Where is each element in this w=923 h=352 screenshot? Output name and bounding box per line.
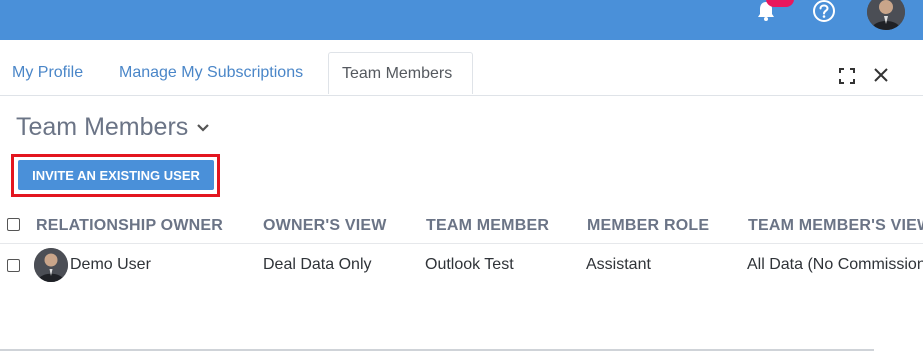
tab-my-profile[interactable]: My Profile (12, 64, 83, 82)
chevron-down-icon (197, 123, 210, 132)
user-avatar[interactable] (867, 0, 905, 30)
column-header-team-members-view[interactable]: TEAM MEMBER'S VIEW (748, 217, 923, 235)
table-row[interactable]: Demo User Deal Data Only Outlook Test As… (0, 246, 923, 286)
page-title-text: Team Members (16, 113, 189, 141)
invite-existing-user-button[interactable]: INVITE AN EXISTING USER (18, 160, 214, 190)
cell-owner: Demo User (70, 256, 151, 273)
close-icon[interactable] (872, 66, 890, 84)
column-header-member-role[interactable]: MEMBER ROLE (587, 217, 709, 235)
cell-team-members-view: All Data (No Commission) (747, 256, 923, 273)
top-bar (0, 0, 923, 40)
notification-badge[interactable] (766, 0, 794, 7)
column-header-relationship-owner[interactable]: RELATIONSHIP OWNER (36, 217, 223, 235)
question-circle-icon[interactable] (811, 0, 837, 26)
column-header-team-member[interactable]: TEAM MEMBER (426, 217, 549, 235)
cell-owners-view: Deal Data Only (263, 256, 372, 273)
column-header-owners-view[interactable]: OWNER'S VIEW (263, 217, 387, 235)
tab-team-members[interactable]: Team Members (328, 52, 473, 94)
row-checkbox[interactable] (7, 259, 20, 272)
cell-team-member: Outlook Test (425, 256, 514, 273)
cell-member-role: Assistant (586, 256, 651, 273)
tab-bar: My Profile Manage My Subscriptions Team … (0, 40, 923, 96)
select-all-checkbox[interactable] (7, 218, 20, 231)
table-header: RELATIONSHIP OWNER OWNER'S VIEW TEAM MEM… (0, 210, 923, 244)
horizontal-scrollbar[interactable] (0, 349, 874, 351)
fullscreen-icon[interactable] (838, 67, 856, 85)
page-title[interactable]: Team Members (16, 113, 210, 142)
avatar (34, 248, 68, 282)
tab-manage-subscriptions[interactable]: Manage My Subscriptions (119, 64, 303, 82)
